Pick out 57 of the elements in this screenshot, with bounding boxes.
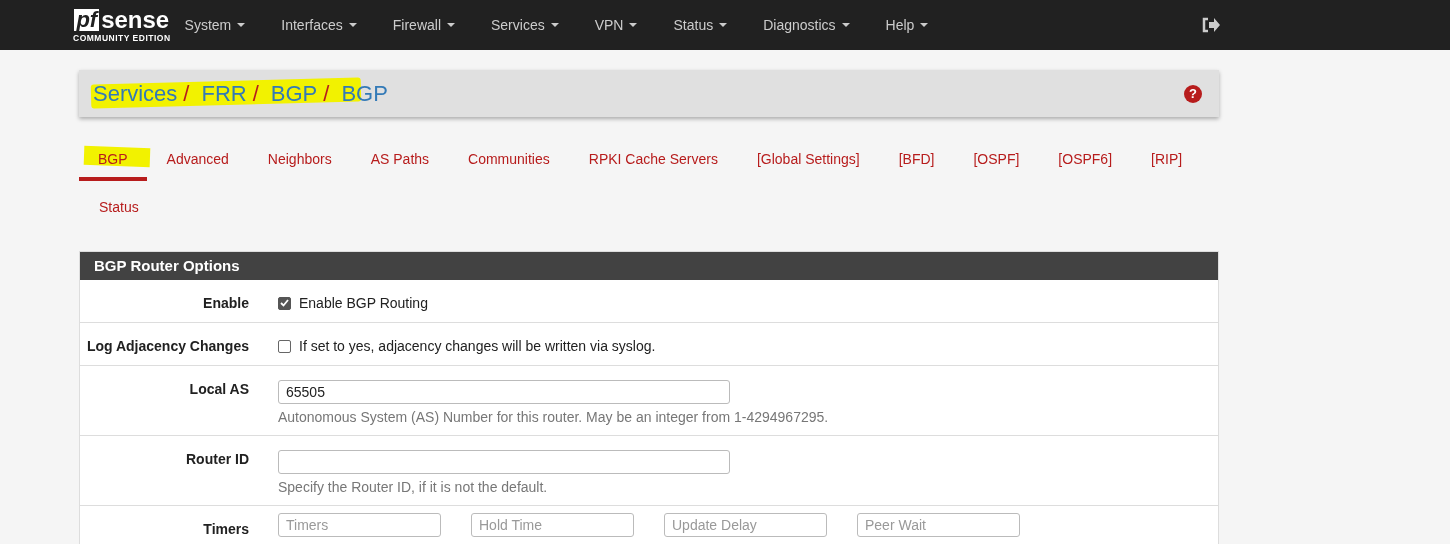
- menu-item[interactable]: Status: [655, 14, 746, 36]
- field-label: Local AS: [188, 380, 249, 399]
- checkbox[interactable]: [278, 339, 291, 353]
- checkbox[interactable]: [278, 296, 291, 310]
- help-text: Autonomous System (AS) Number for this router. May be an integer from 1-4294967295.: [278, 408, 829, 426]
- tab[interactable]: [OSPF6]: [1039, 149, 1132, 181]
- breadcrumb-link[interactable]: Services: [93, 77, 178, 110]
- breadcrumb-link[interactable]: FRR: [201, 77, 247, 110]
- caret-icon: [841, 23, 850, 27]
- tab[interactable]: AS Paths: [351, 149, 449, 181]
- breadcrumb-link[interactable]: BGP: [270, 77, 318, 110]
- logo-text: sense: [101, 9, 170, 31]
- checkbox-label: If set to yes, adjacency changes will be written via syslog.: [299, 337, 656, 355]
- caret-icon: [920, 23, 929, 27]
- menu-item[interactable]: Services: [473, 14, 577, 36]
- menu-item[interactable]: Interfaces: [263, 14, 375, 36]
- text-field[interactable]: Timers: [278, 513, 441, 537]
- tab[interactable]: [RIP]: [1132, 149, 1202, 181]
- menu-item[interactable]: System: [184, 14, 264, 36]
- tab[interactable]: Status: [80, 197, 158, 229]
- caret-icon: [719, 23, 728, 27]
- field-label: Enable: [202, 294, 249, 313]
- help-button[interactable]: ?: [1184, 84, 1202, 103]
- menu-item[interactable]: Firewall: [374, 14, 473, 36]
- text-field[interactable]: Update Delay: [664, 513, 827, 537]
- menu-item[interactable]: VPN: [576, 14, 656, 36]
- tab[interactable]: Neighbors: [248, 149, 351, 181]
- menu-item[interactable]: Help: [867, 14, 947, 36]
- field-label: Router ID: [185, 450, 249, 469]
- caret-icon: [629, 23, 638, 27]
- panel-title: BGP Router Options: [80, 252, 1218, 280]
- logo-mark: pf: [74, 9, 100, 31]
- tab[interactable]: BGP: [79, 149, 147, 181]
- logo-edition: COMMUNITY EDITION: [73, 33, 171, 43]
- caret-icon: [550, 23, 559, 27]
- tab[interactable]: [BFD]: [879, 149, 954, 181]
- checkbox-label: Enable BGP Routing: [299, 294, 428, 312]
- tab[interactable]: Advanced: [147, 149, 248, 181]
- caret-icon: [348, 23, 357, 27]
- caret-icon: [237, 23, 246, 27]
- tab[interactable]: [Global Settings]: [737, 149, 879, 181]
- tab[interactable]: [OSPF]: [954, 149, 1039, 181]
- menu-item[interactable]: Diagnostics: [745, 14, 868, 36]
- breadcrumb-separator: /: [252, 80, 259, 108]
- field-label: Timers: [202, 520, 249, 539]
- logout-icon[interactable]: [1202, 17, 1220, 33]
- text-field[interactable]: Hold Time: [471, 513, 634, 537]
- text-field[interactable]: 65505: [278, 380, 730, 404]
- breadcrumb-separator: /: [183, 80, 190, 108]
- text-field[interactable]: Peer Wait: [857, 513, 1020, 537]
- breadcrumb-separator: /: [323, 80, 330, 108]
- tab[interactable]: Communities: [449, 149, 569, 181]
- caret-icon: [447, 23, 455, 27]
- text-field[interactable]: [278, 450, 730, 474]
- tab[interactable]: RPKI Cache Servers: [569, 149, 737, 181]
- field-label: Log Adjacency Changes: [85, 337, 249, 356]
- help-text: Specify the Router ID, if it is not the default.: [278, 478, 549, 496]
